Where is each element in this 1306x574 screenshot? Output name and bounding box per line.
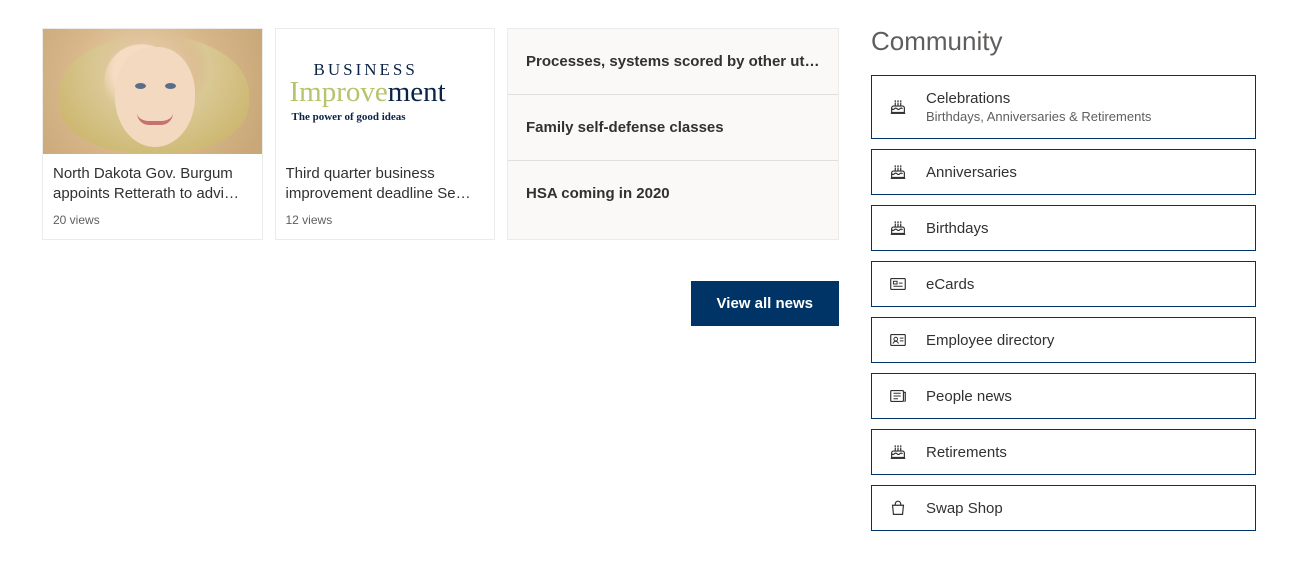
headline-item[interactable]: Processes, systems scored by other utili… (508, 29, 838, 95)
community-item-title: Retirements (926, 444, 1007, 461)
news-thumbnail-business-improvement: BUSINESS Improvement The power of good i… (276, 29, 495, 154)
news-section: North Dakota Gov. Burgum appoints Retter… (42, 28, 839, 240)
cake-icon (888, 97, 908, 117)
news-card-views: 12 views (286, 213, 485, 227)
community-list: Celebrations Birthdays, Anniversaries & … (871, 75, 1256, 531)
community-item-title: Anniversaries (926, 164, 1017, 181)
community-item-swap-shop[interactable]: Swap Shop (871, 485, 1256, 531)
community-item-retirements[interactable]: Retirements (871, 429, 1256, 475)
news-card-title: North Dakota Gov. Burgum appoints Retter… (53, 164, 252, 205)
bag-icon (888, 498, 908, 518)
headlines-block: Processes, systems scored by other utili… (507, 28, 839, 240)
community-item-title: Swap Shop (926, 500, 1003, 517)
news-card[interactable]: North Dakota Gov. Burgum appoints Retter… (42, 28, 263, 240)
community-item-people-news[interactable]: People news (871, 373, 1256, 419)
view-all-news-button[interactable]: View all news (691, 281, 839, 326)
news-card-title: Third quarter business improvement deadl… (286, 164, 485, 205)
logo-text-line2: Improvement (290, 78, 481, 107)
news-cards-row: North Dakota Gov. Burgum appoints Retter… (42, 28, 839, 240)
news-thumbnail-portrait (43, 29, 262, 154)
cake-icon (888, 442, 908, 462)
community-item-title: Employee directory (926, 332, 1054, 349)
community-item-title: People news (926, 388, 1012, 405)
community-item-title: Celebrations (926, 90, 1151, 107)
headline-item[interactable]: Family self-defense classes (508, 95, 838, 161)
news-icon (888, 386, 908, 406)
logo-tagline: The power of good ideas (292, 111, 481, 123)
community-item-celebrations[interactable]: Celebrations Birthdays, Anniversaries & … (871, 75, 1256, 139)
news-card-views: 20 views (53, 213, 252, 227)
community-item-birthdays[interactable]: Birthdays (871, 205, 1256, 251)
community-item-title: eCards (926, 276, 974, 293)
community-item-employee-directory[interactable]: Employee directory (871, 317, 1256, 363)
cake-icon (888, 218, 908, 238)
community-item-subtitle: Birthdays, Anniversaries & Retirements (926, 109, 1151, 124)
news-card[interactable]: BUSINESS Improvement The power of good i… (275, 28, 496, 240)
cake-icon (888, 162, 908, 182)
card-icon (888, 274, 908, 294)
headline-item[interactable]: HSA coming in 2020 (508, 161, 838, 226)
community-item-ecards[interactable]: eCards (871, 261, 1256, 307)
community-item-anniversaries[interactable]: Anniversaries (871, 149, 1256, 195)
community-item-title: Birthdays (926, 220, 989, 237)
community-heading: Community (871, 26, 1256, 57)
directory-icon (888, 330, 908, 350)
community-sidebar: Community Celebrations Birthdays, Annive… (871, 26, 1256, 531)
